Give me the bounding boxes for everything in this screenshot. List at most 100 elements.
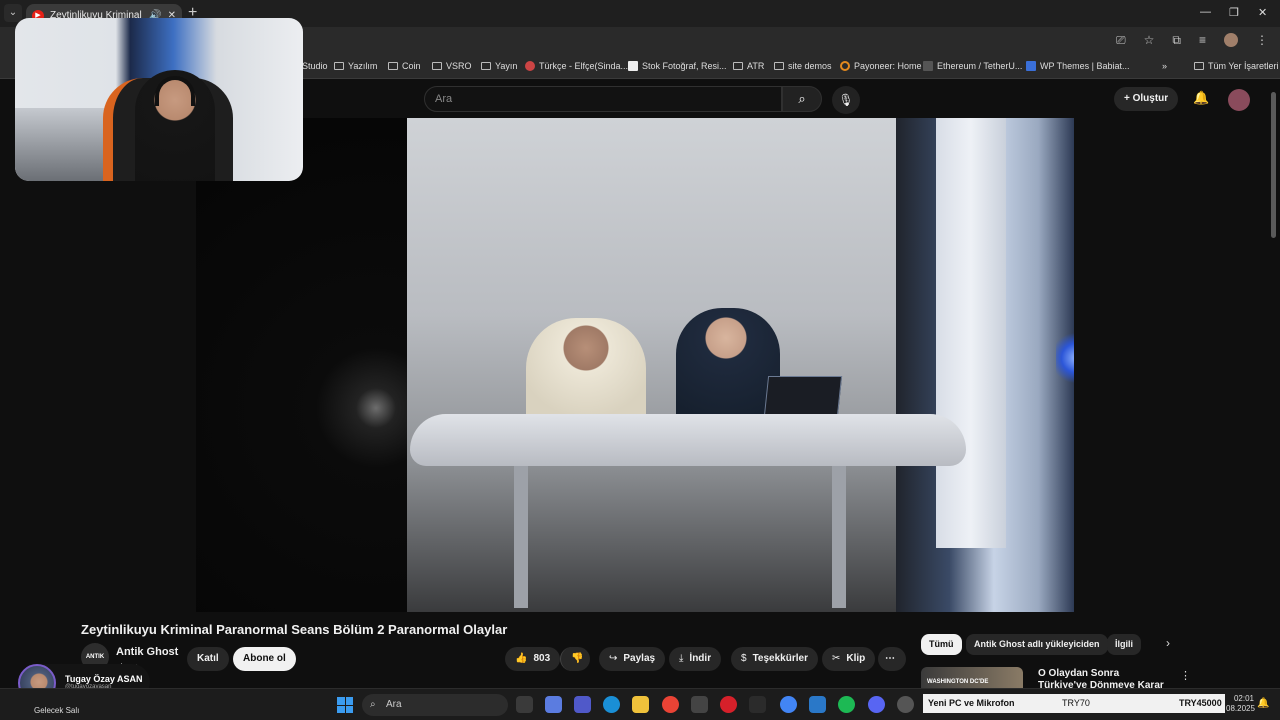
- subscribe-button[interactable]: Abone ol: [233, 647, 296, 671]
- tab-search-menu[interactable]: ⌄: [4, 4, 22, 22]
- join-button[interactable]: Katıl: [187, 647, 229, 671]
- channel-name[interactable]: Antik Ghost: [116, 646, 178, 658]
- discord-icon[interactable]: [868, 696, 885, 713]
- chip-all[interactable]: Tümü: [921, 634, 962, 655]
- bookmark-item[interactable]: Coin: [388, 61, 421, 71]
- bookmark-star-icon[interactable]: ☆: [1144, 33, 1155, 48]
- bookmark-item[interactable]: Türkçe - Elfçe(Sinda...: [525, 61, 628, 71]
- site-icon: [840, 61, 850, 71]
- share-button[interactable]: ↪ Paylaş: [599, 647, 666, 671]
- bookmark-item[interactable]: ATR: [733, 61, 764, 71]
- bookmark-item[interactable]: VSRO: [432, 61, 472, 71]
- app-icon[interactable]: [809, 696, 826, 713]
- bookmark-item[interactable]: Stok Fotoğraf, Resi...: [628, 61, 727, 71]
- recommendation-title[interactable]: O Olaydan Sonra Türkiye'ye Dönmeye Karar…: [1038, 668, 1168, 688]
- clip-button[interactable]: ✂ Klip: [822, 647, 876, 671]
- page-scrollbar[interactable]: [1271, 92, 1276, 238]
- taskbar-clock[interactable]: 02:01 08.2025: [1226, 694, 1255, 714]
- webcam-overlay: [15, 18, 303, 181]
- bookmark-item[interactable]: Ethereum / TetherU...: [923, 61, 1022, 71]
- streamer-name: Tugay Özay ASAN: [65, 674, 143, 684]
- dislike-button[interactable]: 👎: [560, 647, 590, 671]
- chips-next-chevron-icon[interactable]: ›: [1166, 636, 1170, 650]
- chrome-active-icon[interactable]: [780, 696, 797, 713]
- donation-goal-ticker: Yeni PC ve Mikrofon TRY70 TRY45000: [923, 694, 1225, 713]
- maximize-button[interactable]: ❐: [1229, 6, 1239, 19]
- folder-icon: [774, 62, 784, 70]
- clock-time: 02:01: [1233, 694, 1254, 703]
- bookmark-item[interactable]: WP Themes | Babiat...: [1026, 61, 1130, 71]
- video-laptop: [763, 376, 843, 416]
- create-button[interactable]: + Oluştur: [1114, 87, 1179, 111]
- store-icon[interactable]: [691, 696, 708, 713]
- media-control-icon[interactable]: ≡: [1199, 33, 1206, 48]
- copilot-icon[interactable]: [545, 696, 562, 713]
- site-icon: [923, 61, 933, 71]
- share-icon: ↪: [609, 653, 618, 664]
- recommendation-menu-icon[interactable]: ⋮: [1180, 669, 1191, 682]
- notifications-bell-icon[interactable]: 🔔: [1193, 90, 1209, 106]
- site-icon: [1026, 61, 1036, 71]
- table-leg: [832, 458, 846, 608]
- download-button[interactable]: ⤓ İndir: [669, 647, 722, 671]
- task-view-icon[interactable]: [516, 696, 533, 713]
- chip-uploader[interactable]: Antik Ghost adlı yükleyiciden: [966, 634, 1108, 655]
- youtube-account-avatar[interactable]: [1228, 89, 1250, 111]
- site-icon: [628, 61, 638, 71]
- search-button[interactable]: ⌕: [782, 86, 822, 112]
- folder-icon: [481, 62, 491, 70]
- search-icon: ⌕: [798, 91, 806, 106]
- more-actions-button[interactable]: ⋯: [878, 647, 906, 671]
- voice-search-button[interactable]: 🎙: [832, 86, 860, 114]
- extensions-icon[interactable]: ⧉: [1172, 33, 1181, 48]
- folder-icon: [334, 62, 344, 70]
- site-icon: [525, 61, 535, 71]
- teams-icon[interactable]: [574, 696, 591, 713]
- minimize-button[interactable]: —: [1200, 6, 1211, 18]
- bookmark-item[interactable]: Payoneer: Home: [840, 61, 922, 71]
- edge-icon[interactable]: [603, 696, 620, 713]
- recommendation-thumbnail[interactable]: WASHINGTON DC'DE: [921, 667, 1023, 688]
- bookmark-item[interactable]: Studio: [302, 61, 328, 71]
- video-table: [410, 414, 966, 466]
- opera-icon[interactable]: [720, 696, 737, 713]
- video-curtain: [936, 118, 1006, 548]
- chrome-icon[interactable]: [662, 696, 679, 713]
- search-input[interactable]: Ara: [424, 86, 782, 112]
- taskbar-search[interactable]: ⌕ Ara: [362, 694, 508, 716]
- video-dark-area: [196, 118, 407, 612]
- scissors-icon: ✂: [832, 653, 841, 664]
- weather-widget[interactable]: Gelecek Salı: [34, 706, 79, 715]
- windows-start-icon[interactable]: [337, 697, 353, 713]
- thanks-button[interactable]: $ Teşekkürler: [731, 647, 818, 671]
- search-icon: ⌕: [370, 699, 376, 710]
- bookmark-item[interactable]: site demos: [774, 61, 832, 71]
- app-icon[interactable]: [749, 696, 766, 713]
- obs-icon[interactable]: [897, 696, 914, 713]
- profile-avatar[interactable]: [1224, 33, 1238, 47]
- cast-icon[interactable]: ⎚: [1116, 33, 1126, 48]
- thumbs-up-icon: 👍: [515, 653, 528, 664]
- close-window-button[interactable]: ✕: [1258, 6, 1267, 19]
- spotify-icon[interactable]: [838, 696, 855, 713]
- folder-icon: [388, 62, 398, 70]
- ticker-item: Yeni PC ve Mikrofon: [928, 698, 1015, 708]
- notification-center-icon[interactable]: 🔔: [1257, 698, 1269, 709]
- file-explorer-icon[interactable]: [632, 696, 649, 713]
- video-blue-light: [1056, 328, 1074, 388]
- table-leg: [514, 458, 528, 608]
- like-button[interactable]: 👍 803: [505, 647, 560, 671]
- chip-related[interactable]: İlgili: [1107, 634, 1141, 655]
- browser-menu-icon[interactable]: ⋮: [1256, 33, 1268, 48]
- ticker-goal: TRY45000: [1179, 698, 1222, 708]
- all-bookmarks[interactable]: Tüm Yer İşaretleri: [1194, 61, 1279, 71]
- video-person-man: [526, 318, 646, 428]
- bookmark-item[interactable]: Yayın: [481, 61, 517, 71]
- ticker-amount: TRY70: [1062, 698, 1090, 708]
- folder-icon: [432, 62, 442, 70]
- video-player[interactable]: [196, 118, 1074, 612]
- bookmarks-overflow-button[interactable]: »: [1162, 61, 1167, 71]
- folder-icon: [1194, 62, 1204, 70]
- bookmark-item[interactable]: Yazılım: [334, 61, 377, 71]
- webcam-shelf: [15, 108, 115, 181]
